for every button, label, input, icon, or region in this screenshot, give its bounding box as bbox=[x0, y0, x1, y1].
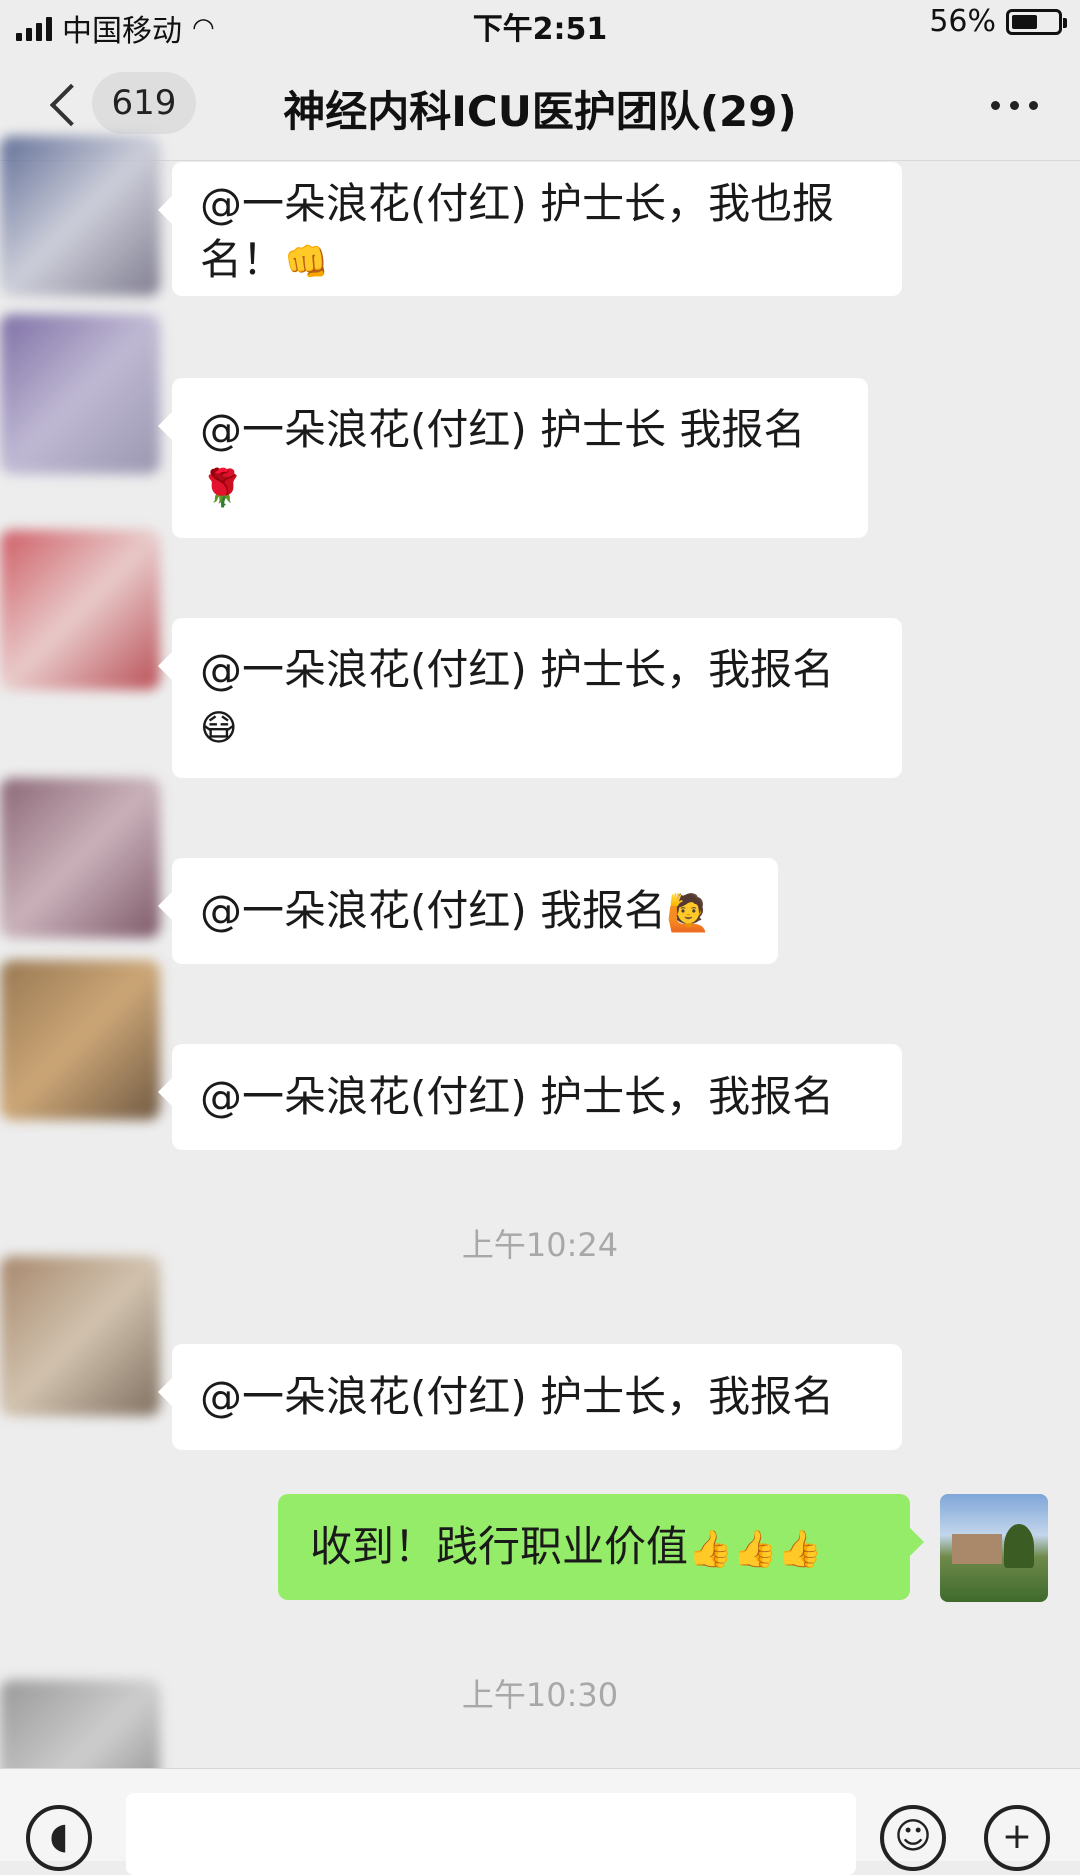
battery-percent: 56% bbox=[929, 4, 996, 39]
rose-emoji-icon: 🌹 bbox=[200, 468, 245, 509]
message-bubble[interactable]: @一朵浪花(付红) 护士长，我报名 bbox=[158, 1044, 902, 1150]
emoji-button[interactable]: ☺ bbox=[880, 1805, 946, 1871]
message-text: @一朵浪花(付红) 护士长，我报名 bbox=[200, 1372, 835, 1421]
battery-icon bbox=[1006, 8, 1067, 35]
chat-title: 神经内科ICU医护团队(29) bbox=[283, 87, 797, 136]
avatar[interactable] bbox=[0, 314, 160, 474]
message-bubble[interactable]: @一朵浪花(付红) 护士长，我也报 名！👊 bbox=[158, 162, 902, 296]
message-input[interactable] bbox=[126, 1793, 856, 1875]
avatar-tree bbox=[1004, 1524, 1034, 1568]
chat-header: 619 神经内科ICU医护团队(29) bbox=[0, 50, 1080, 161]
dot-icon bbox=[1009, 100, 1019, 110]
more-options-button[interactable] bbox=[984, 90, 1044, 120]
battery-group: 56% bbox=[929, 4, 1067, 39]
message-bubble[interactable]: @一朵浪花(付红) 护士长，我报名 😷 bbox=[158, 618, 902, 778]
avatar[interactable] bbox=[0, 960, 160, 1120]
avatar[interactable] bbox=[0, 778, 160, 938]
message-text: @一朵浪花(付红) 护士长，我报名 bbox=[200, 645, 835, 694]
more-actions-button[interactable]: + bbox=[984, 1805, 1050, 1871]
message-bubble[interactable]: @一朵浪花(付红) 我报名🙋 bbox=[158, 858, 778, 964]
back-button[interactable] bbox=[44, 78, 84, 128]
message-bubble[interactable]: @一朵浪花(付红) 护士长，我报名 bbox=[158, 1344, 902, 1450]
status-time: 下午2:51 bbox=[472, 12, 608, 47]
voice-input-button[interactable]: ◖ bbox=[26, 1805, 92, 1871]
message-bubble[interactable]: @一朵浪花(付红) 护士长 我报名 🌹 bbox=[158, 378, 868, 538]
avatar-building bbox=[952, 1534, 1002, 1564]
message-text: 名！ bbox=[200, 235, 285, 284]
raising-hand-emoji-icon: 🙋 bbox=[666, 893, 711, 934]
my-message-bubble[interactable]: 收到！践行职业价值👍👍👍 bbox=[278, 1494, 924, 1600]
input-bar: ◖ ☺ + bbox=[0, 1768, 1080, 1875]
message-text: @一朵浪花(付红) 护士长 我报名 bbox=[200, 405, 806, 454]
timestamp: 上午10:30 bbox=[461, 1676, 619, 1714]
message-text: @一朵浪花(付红) 护士长，我报名 bbox=[200, 1072, 835, 1121]
battery-fill bbox=[1012, 14, 1037, 29]
message-text: @一朵浪花(付红) 我报名 bbox=[200, 886, 667, 935]
avatar[interactable] bbox=[0, 530, 160, 690]
dot-icon bbox=[990, 100, 1000, 110]
message-text: @一朵浪花(付红) 护士长，我也报 bbox=[200, 179, 835, 228]
status-bar: 中国移动 ◠ 下午2:51 56% bbox=[0, 0, 1080, 50]
message-text: 收到！践行职业价值 bbox=[310, 1522, 689, 1571]
thumbs-up-emoji-icon: 👍👍👍 bbox=[688, 1529, 823, 1570]
timestamp: 上午10:24 bbox=[461, 1226, 619, 1264]
my-avatar[interactable] bbox=[940, 1494, 1048, 1602]
unread-count-badge[interactable]: 619 bbox=[92, 72, 196, 134]
face-emoji-icon: 😷 bbox=[200, 708, 238, 749]
avatar[interactable] bbox=[0, 136, 160, 296]
avatar[interactable] bbox=[0, 1256, 160, 1416]
dot-icon bbox=[1028, 100, 1038, 110]
fist-emoji-icon: 👊 bbox=[284, 242, 329, 283]
